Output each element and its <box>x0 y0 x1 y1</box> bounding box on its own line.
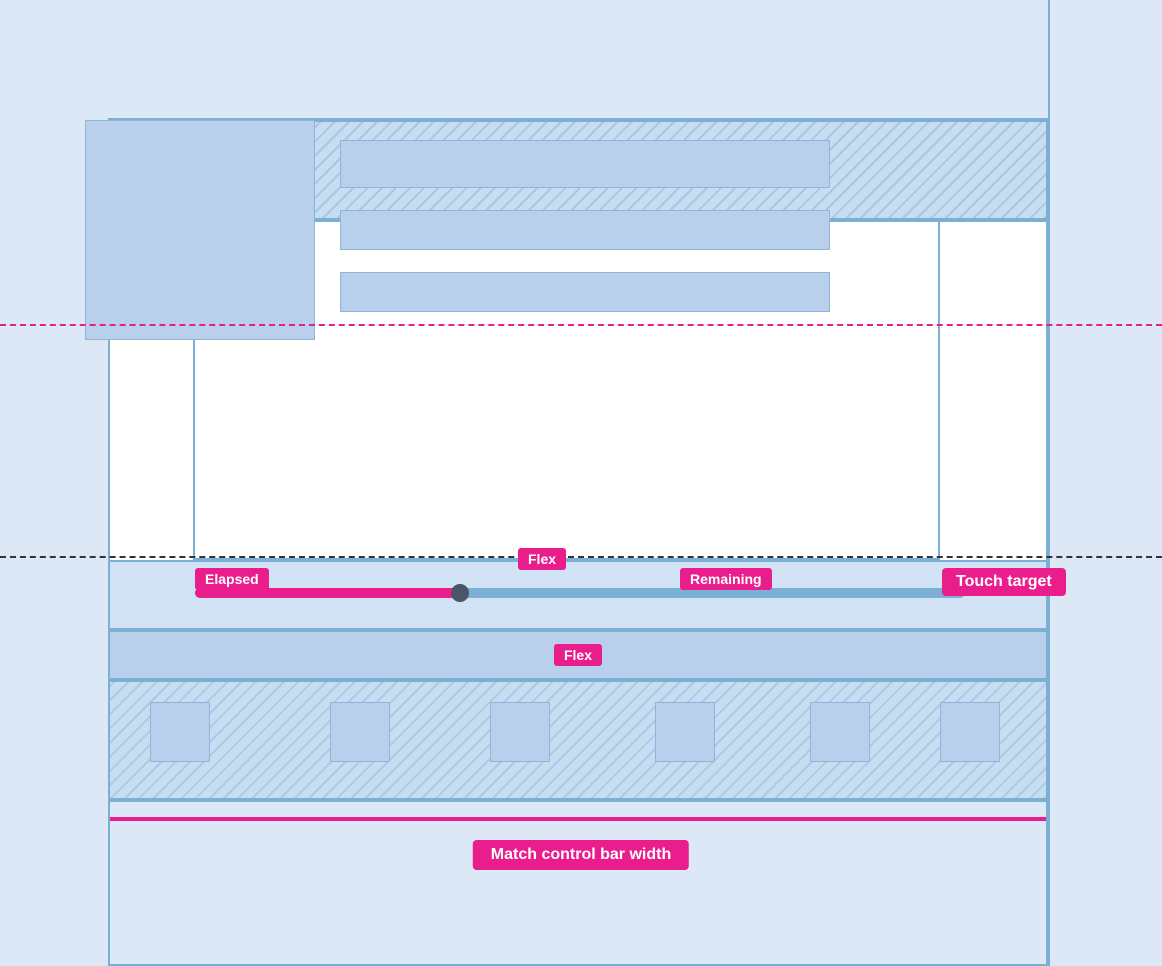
button-placeholder-6[interactable] <box>940 702 1000 762</box>
label-touch-target: Touch target <box>942 568 1066 596</box>
right-margin <box>1048 0 1162 966</box>
button-placeholder-3[interactable] <box>490 702 550 762</box>
button-placeholder-4[interactable] <box>655 702 715 762</box>
label-elapsed: Elapsed <box>195 568 269 590</box>
pink-line-bottom <box>110 817 1046 821</box>
card-right-2 <box>340 210 830 250</box>
section-controls: Flex <box>108 630 1048 680</box>
col-line-e-right <box>1048 0 1050 966</box>
section-top <box>108 0 1048 120</box>
card-left <box>85 120 315 340</box>
card-right-1 <box>340 140 830 188</box>
label-flex-controls: Flex <box>554 644 602 666</box>
dashed-red-center-line <box>0 324 1162 326</box>
section-bottom <box>108 800 1048 966</box>
card-right-3 <box>340 272 830 312</box>
button-placeholder-1[interactable] <box>150 702 210 762</box>
label-remaining: Remaining <box>680 568 772 590</box>
outer-container: E M M E Elapsed Remaining Flex Touch tar… <box>0 0 1162 966</box>
progress-thumb[interactable] <box>451 584 469 602</box>
label-flex-progress: Flex <box>518 548 566 570</box>
section-buttons <box>108 680 1048 800</box>
button-placeholder-2[interactable] <box>330 702 390 762</box>
dashed-black-line <box>0 556 1162 558</box>
button-placeholder-5[interactable] <box>810 702 870 762</box>
right-panel <box>938 222 1046 562</box>
section-buttons-hatch <box>110 682 1046 798</box>
progress-track[interactable] <box>195 588 965 598</box>
label-match-control-bar-width: Match control bar width <box>473 840 689 870</box>
section-progress: Elapsed Remaining Flex <box>108 560 1048 630</box>
